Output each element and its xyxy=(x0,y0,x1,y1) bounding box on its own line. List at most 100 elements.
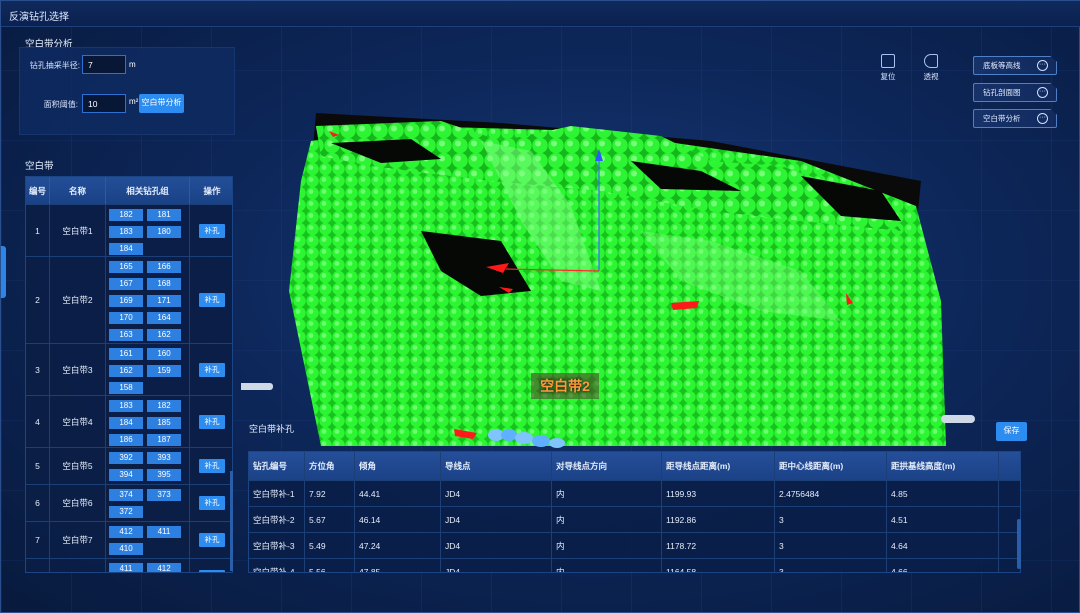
zone-2-label[interactable]: 空白带2 xyxy=(531,373,599,399)
hole-chip[interactable]: 183 xyxy=(109,226,143,238)
bubble-5 xyxy=(549,438,565,448)
table-cell: 内 xyxy=(552,507,662,532)
column-header: 导线点 xyxy=(441,452,552,480)
table-cell: 内 xyxy=(552,559,662,572)
blank-zone-analysis-label: 空白带分析 xyxy=(983,114,1021,123)
supplement-hole-button[interactable]: 补孔 xyxy=(199,414,225,429)
floor-contour-button[interactable]: 底板等高线 ··· xyxy=(973,56,1057,75)
hole-chip[interactable]: 167 xyxy=(109,278,143,290)
more-icon: ··· xyxy=(1037,87,1048,98)
zone-name: 空白带2 xyxy=(50,257,106,343)
blank-zone-analyze-button[interactable]: 空白带分析 xyxy=(139,94,184,113)
column-header: 距导线点距离(m) xyxy=(662,452,775,480)
table-cell: 1178.72 xyxy=(662,533,775,558)
hole-chip[interactable]: 374 xyxy=(109,489,143,501)
hole-group: 412 411 410 xyxy=(106,522,190,558)
hole-chip[interactable]: 373 xyxy=(147,489,181,501)
hole-chip[interactable]: 412 xyxy=(147,563,181,572)
supplement-hole-button[interactable]: 补孔 xyxy=(199,362,225,377)
area-input[interactable] xyxy=(82,94,126,113)
tunnel-right xyxy=(941,415,975,423)
supplement-hole-button[interactable]: 补孔 xyxy=(199,459,225,473)
hole-chip[interactable]: 412 xyxy=(109,526,143,538)
borehole-profile-button[interactable]: 钻孔剖面图 ··· xyxy=(973,83,1057,102)
left-collapse-tab[interactable] xyxy=(1,246,6,298)
table-cell: JD4 xyxy=(441,507,552,532)
radius-input[interactable] xyxy=(82,55,126,74)
reset-label: 复位 xyxy=(880,72,896,81)
hole-chip[interactable]: 162 xyxy=(109,365,143,377)
hole-chip[interactable]: 183 xyxy=(109,400,143,412)
hole-chip[interactable]: 182 xyxy=(109,209,143,221)
col-op-header: 操作 xyxy=(203,185,221,196)
zone-name: 空白带3 xyxy=(50,344,106,395)
perspective-button[interactable]: 透视 xyxy=(920,54,942,82)
hole-chip[interactable]: 159 xyxy=(147,365,181,377)
hole-chip[interactable]: 186 xyxy=(109,434,143,446)
hole-group: 161 160 162 159 158 xyxy=(106,344,190,395)
table-row: 4 空白带4 183 182 184 185 186 187 补孔 xyxy=(26,395,232,447)
hole-group: 392 393 394 395 xyxy=(106,448,190,484)
hole-chip[interactable]: 161 xyxy=(109,348,143,360)
table-cell: 4.51 xyxy=(887,507,999,532)
hole-chip[interactable]: 169 xyxy=(109,295,143,307)
hole-chip[interactable]: 180 xyxy=(147,226,181,238)
hole-chip[interactable]: 410 xyxy=(109,543,143,555)
3d-viewport[interactable] xyxy=(233,31,1041,451)
hole-chip[interactable]: 160 xyxy=(147,348,181,360)
hole-chip[interactable]: 394 xyxy=(109,469,143,481)
hole-chip[interactable]: 392 xyxy=(109,452,143,464)
hole-chip[interactable]: 163 xyxy=(109,329,143,341)
hole-chip[interactable]: 411 xyxy=(147,526,181,538)
hole-chip[interactable]: 170 xyxy=(109,312,143,324)
zone-name: 空白带7 xyxy=(50,522,106,558)
op-cell: 补孔 xyxy=(190,485,232,521)
hole-chip[interactable]: 411 xyxy=(109,563,143,572)
zone-id: 8 xyxy=(26,559,50,572)
hole-chip[interactable]: 184 xyxy=(109,243,143,255)
supplement-hole-button[interactable]: 补孔 xyxy=(199,533,225,547)
hole-chip[interactable]: 171 xyxy=(147,295,181,307)
supplement-table-header: 钻孔编号 方位角 倾角 导线点 对导线点方向 距导线点距离(m) 距中心线距离(m) 距拱基线… xyxy=(249,452,1020,480)
hole-chip[interactable]: 166 xyxy=(147,261,181,273)
hole-chip[interactable]: 372 xyxy=(109,506,143,518)
table-cell: 1199.93 xyxy=(662,481,775,506)
table-cell: 3 xyxy=(775,533,887,558)
bottom-table-scrollbar[interactable] xyxy=(1017,519,1021,569)
hole-chip[interactable]: 184 xyxy=(109,417,143,429)
supplement-hole-button[interactable]: 补孔 xyxy=(199,496,225,510)
hole-chip[interactable]: 181 xyxy=(147,209,181,221)
table-row[interactable]: 空白带补-1 7.92 44.41 JD4 内 1199.93 2.4756484 4.85 xyxy=(249,480,1020,506)
table-cell: 空白带补-3 xyxy=(249,533,305,558)
supplement-hole-button[interactable]: 补孔 xyxy=(199,293,225,307)
hole-chip[interactable]: 164 xyxy=(147,312,181,324)
hole-chip[interactable]: 168 xyxy=(147,278,181,290)
table-row[interactable]: 空白带补-2 5.67 46.14 JD4 内 1192.86 3 4.51 xyxy=(249,506,1020,532)
hole-chip[interactable]: 162 xyxy=(147,329,181,341)
column-header: 距中心线距离(m) xyxy=(775,452,887,480)
blank-zone-analysis-toggle[interactable]: 空白带分析 ··· xyxy=(973,109,1057,128)
hole-chip[interactable]: 158 xyxy=(109,382,143,394)
table-row: 3 空白带3 161 160 162 159 158 补孔 xyxy=(26,343,232,395)
hole-chip[interactable]: 182 xyxy=(147,400,181,412)
hole-chip[interactable]: 393 xyxy=(147,452,181,464)
hole-chip[interactable]: 165 xyxy=(109,261,143,273)
save-button[interactable]: 保存 xyxy=(996,422,1027,441)
table-row: 8空白带8411 412 补孔 xyxy=(26,558,232,572)
left-table-scrollbar[interactable] xyxy=(230,471,233,571)
hole-chip[interactable]: 187 xyxy=(147,434,181,446)
supplement-hole-button[interactable]: 补孔 xyxy=(199,223,225,238)
table-row[interactable]: 空白带补-4 5.56 47.85 JD4 内 1164.58 3 4.66 xyxy=(249,558,1020,572)
hole-group: 182 181 183 180 184 xyxy=(106,205,190,256)
supplement-hole-button[interactable]: 补孔 xyxy=(199,570,225,572)
table-cell: 7.92 xyxy=(305,481,355,506)
hole-chip[interactable]: 395 xyxy=(147,469,181,481)
op-cell: 补孔 xyxy=(190,448,232,484)
hole-chip[interactable]: 185 xyxy=(147,417,181,429)
table-cell: 5.56 xyxy=(305,559,355,572)
reset-view-button[interactable]: 复位 xyxy=(877,54,899,82)
zone-id: 7 xyxy=(26,522,50,558)
zone-id: 2 xyxy=(26,257,50,343)
table-row[interactable]: 空白带补-3 5.49 47.24 JD4 内 1178.72 3 4.64 xyxy=(249,532,1020,558)
col-holes-header: 相关钻孔组 xyxy=(106,177,190,204)
